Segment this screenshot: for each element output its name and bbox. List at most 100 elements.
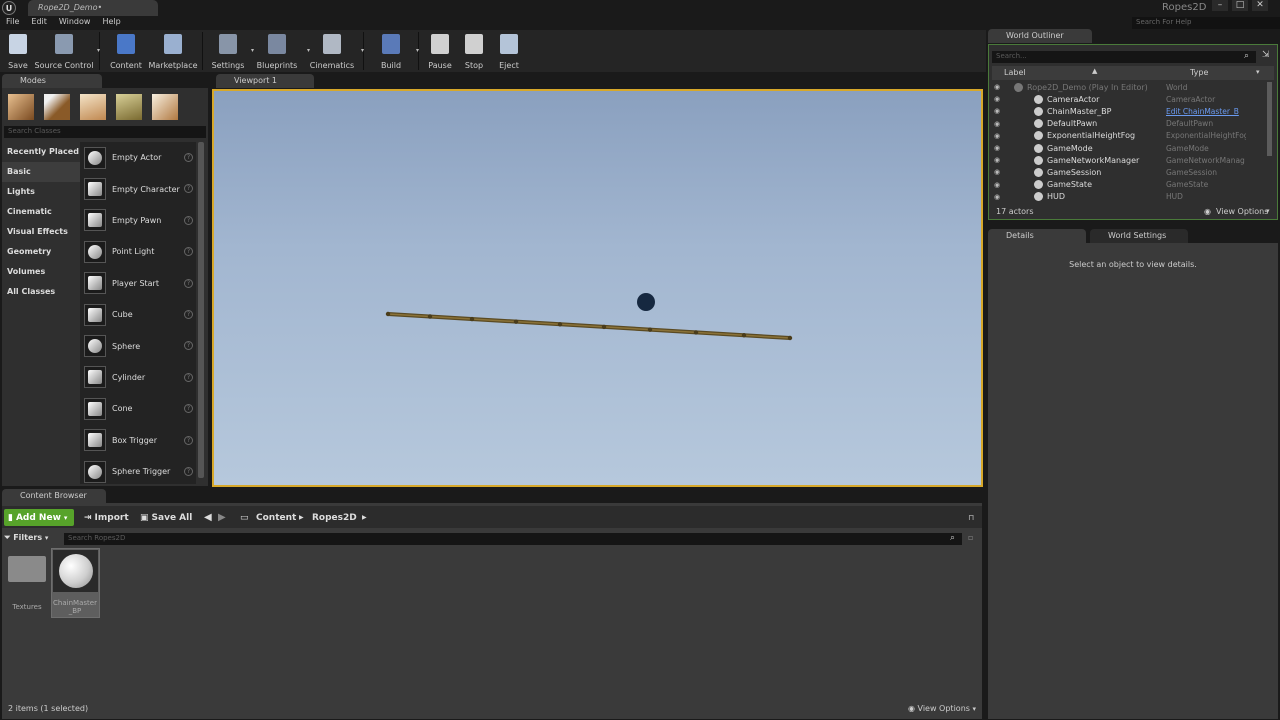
content-search-input[interactable]: Search Ropes2D — [64, 533, 962, 545]
content-search-options-icon[interactable]: ▫ — [968, 533, 973, 542]
help-search-input[interactable]: Search For Help — [1132, 17, 1280, 29]
source-control-button[interactable]: Source Control ▾ — [33, 30, 100, 72]
outliner-row[interactable]: ◉ ExponentialHeightFog ExponentialHeightFo… — [992, 130, 1266, 142]
help-icon[interactable]: ? — [184, 309, 193, 319]
geometry-mode-icon[interactable] — [152, 94, 178, 120]
maximize-icon[interactable]: □ — [1232, 0, 1248, 11]
visibility-eye-icon[interactable]: ◉ — [994, 144, 1004, 152]
outliner-row[interactable]: ◉ HUD HUD — [992, 191, 1266, 203]
lock-icon[interactable]: ⊓ — [964, 509, 978, 526]
category-all-classes[interactable]: All Classes — [2, 282, 80, 302]
placeable-item[interactable]: Empty Pawn? — [80, 205, 196, 236]
help-icon[interactable]: ? — [184, 153, 193, 162]
visibility-eye-icon[interactable]: ◉ — [994, 83, 1004, 91]
outliner-settings-icon[interactable]: ⇲ — [1262, 50, 1270, 60]
tab-content-browser[interactable]: Content Browser — [2, 489, 106, 503]
placeable-item[interactable]: Point Light? — [80, 236, 196, 267]
minimize-icon[interactable]: – — [1212, 0, 1228, 11]
category-recently-placed[interactable]: Recently Placed — [2, 142, 80, 162]
outliner-row[interactable]: ◉ GameSession GameSession — [992, 166, 1266, 178]
breadcrumb-ropes2d[interactable]: Ropes2D — [308, 509, 361, 526]
visibility-eye-icon[interactable]: ◉ — [994, 181, 1004, 189]
outliner-row[interactable]: ◉ GameNetworkManager GameNetworkManag — [992, 154, 1266, 166]
col-label[interactable]: Label — [1004, 68, 1026, 77]
outliner-scrollbar[interactable] — [1267, 82, 1272, 156]
save-all-button[interactable]: ▣ Save All — [136, 509, 196, 526]
help-icon[interactable]: ? — [184, 372, 193, 382]
paint-mode-icon[interactable] — [44, 94, 70, 120]
outliner-view-options[interactable]: View Options — [1216, 207, 1268, 216]
add-new-button[interactable]: ▮ Add New ▾ — [4, 509, 74, 526]
category-visual-effects[interactable]: Visual Effects — [2, 222, 80, 242]
outliner-row[interactable]: ◉ CameraActor CameraActor — [992, 93, 1266, 105]
breadcrumb-content[interactable]: Content — [252, 509, 300, 526]
tab-world-settings[interactable]: World Settings — [1090, 229, 1188, 243]
outliner-search-input[interactable]: Search... — [992, 51, 1256, 63]
forward-button[interactable]: ▶ — [214, 509, 230, 526]
asset-label-chainmaster[interactable]: ChainMaster_BP — [52, 599, 98, 615]
placeable-item[interactable]: Sphere? — [80, 330, 196, 361]
tab-viewport[interactable]: Viewport 1 — [216, 74, 314, 88]
marketplace-button[interactable]: Marketplace — [148, 30, 198, 72]
tab-modes[interactable]: Modes — [2, 74, 102, 88]
placeable-item[interactable]: Player Start? — [80, 268, 196, 299]
help-icon[interactable]: ? — [184, 404, 193, 414]
visibility-eye-icon[interactable]: ◉ — [994, 168, 1004, 176]
outliner-row[interactable]: ◉ GameState GameState — [992, 179, 1266, 191]
foliage-mode-icon[interactable] — [116, 94, 142, 120]
asset-label-textures[interactable]: Textures — [4, 603, 50, 611]
col-type-dropdown-icon[interactable]: ▾ — [1256, 68, 1260, 76]
help-icon[interactable]: ? — [184, 184, 193, 194]
help-icon[interactable]: ? — [184, 278, 193, 288]
outliner-row[interactable]: ◉ ChainMaster_BP Edit ChainMaster_B — [992, 105, 1266, 117]
toolbar-dropdown-icon[interactable]: ▾ — [361, 47, 364, 54]
classes-search-input[interactable]: Search Classes — [4, 126, 206, 138]
category-basic[interactable]: Basic — [2, 162, 80, 182]
placeable-item[interactable]: Empty Actor? — [80, 142, 196, 173]
placeable-item[interactable]: Cone? — [80, 393, 196, 424]
viewport[interactable] — [212, 89, 983, 487]
visibility-eye-icon[interactable]: ◉ — [994, 156, 1004, 164]
tab-world-outliner[interactable]: World Outliner — [988, 29, 1092, 43]
tab-details[interactable]: Details — [988, 229, 1086, 243]
landscape-mode-icon[interactable] — [80, 94, 106, 120]
settings-button[interactable]: Settings ▾ — [207, 30, 254, 72]
outliner-row[interactable]: ◉ Rope2D_Demo (Play In Editor) World — [992, 81, 1266, 93]
help-icon[interactable]: ? — [184, 435, 193, 445]
modes-scrollbar[interactable] — [198, 142, 204, 478]
menu-window[interactable]: Window — [53, 16, 97, 30]
col-type[interactable]: Type — [1190, 68, 1208, 77]
blueprints-button[interactable]: Blueprints ▾ — [249, 30, 310, 72]
content-view-options[interactable]: ◉ View Options ▾ — [908, 704, 976, 713]
outliner-row[interactable]: ◉ DefaultPawn DefaultPawn — [992, 118, 1266, 130]
eject-button[interactable]: Eject — [491, 30, 527, 72]
help-icon[interactable]: ? — [184, 466, 193, 476]
category-cinematic[interactable]: Cinematic — [2, 202, 80, 222]
build-button[interactable]: Build ▾ — [368, 30, 419, 72]
visibility-eye-icon[interactable]: ◉ — [994, 193, 1004, 201]
category-volumes[interactable]: Volumes — [2, 262, 80, 282]
document-tab[interactable]: Rope2D_Demo• — [28, 0, 158, 16]
import-button[interactable]: ⇥ Import — [80, 509, 133, 526]
toolbar-dropdown-icon[interactable]: ▾ — [416, 47, 419, 54]
folder-textures-icon[interactable] — [8, 556, 46, 582]
close-icon[interactable]: ✕ — [1252, 0, 1268, 11]
help-icon[interactable]: ? — [184, 341, 193, 351]
save-button[interactable]: Save — [3, 30, 33, 72]
menu-edit[interactable]: Edit — [25, 16, 53, 30]
category-geometry[interactable]: Geometry — [2, 242, 80, 262]
visibility-eye-icon[interactable]: ◉ — [994, 132, 1004, 140]
placeable-item[interactable]: Empty Character? — [80, 173, 196, 204]
help-icon[interactable]: ? — [184, 247, 193, 257]
menu-help[interactable]: Help — [96, 16, 126, 30]
placeable-item[interactable]: Cylinder? — [80, 362, 196, 393]
asset-thumbnail[interactable] — [53, 550, 98, 592]
placeable-item[interactable]: Sphere Trigger? — [80, 456, 196, 487]
cinematics-button[interactable]: Cinematics ▾ — [305, 30, 364, 72]
toolbar-dropdown-icon[interactable]: ▾ — [97, 47, 100, 54]
pause-button[interactable]: Pause — [423, 30, 457, 72]
filters-button[interactable]: ⏷ Filters ▾ — [4, 533, 62, 545]
visibility-eye-icon[interactable]: ◉ — [994, 95, 1004, 103]
help-icon[interactable]: ? — [184, 215, 193, 225]
category-lights[interactable]: Lights — [2, 182, 80, 202]
